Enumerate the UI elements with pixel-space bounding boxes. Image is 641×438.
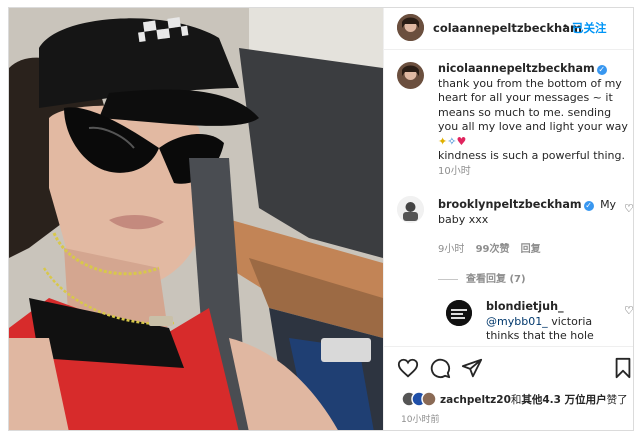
action-bar: [384, 346, 634, 388]
comment-meta: 9小时 99次赞 回复: [438, 240, 541, 255]
comments-list[interactable]: nicolaannepeltzbeckham ✓ thank you from t…: [384, 50, 633, 346]
comment-likes[interactable]: 99次赞: [476, 244, 510, 255]
save-icon[interactable]: [612, 357, 634, 379]
post-photo[interactable]: ▞▚▞▚: [9, 8, 383, 430]
commenter-avatar[interactable]: [397, 196, 424, 223]
verified-icon: ✓: [583, 201, 594, 211]
following-button[interactable]: 已关注: [572, 20, 607, 36]
share-icon[interactable]: [461, 357, 483, 379]
reply-button[interactable]: 回复: [521, 244, 541, 255]
small-heart-icon[interactable]: ♡: [624, 304, 633, 317]
likes-text[interactable]: zachpeltz20和其他4.3 万位用户赞了: [440, 392, 628, 407]
like-icon[interactable]: [397, 357, 419, 379]
comment-time: 9小时: [438, 244, 465, 255]
comment-icon[interactable]: [429, 357, 451, 379]
commenter-username[interactable]: brooklynpeltzbeckham: [438, 198, 582, 211]
caption-avatar[interactable]: [397, 62, 424, 89]
mention-link[interactable]: @mybb01_: [486, 315, 548, 328]
emoji-group: ✦✧♥: [438, 134, 467, 148]
caption-username[interactable]: nicolaannepeltzbeckham: [438, 62, 595, 75]
post-sidebar: colaannepeltzbeckham • 已关注 nicolaannepel…: [383, 8, 634, 430]
caption-body: thank you from the bottom of my heart fo…: [438, 76, 628, 134]
post-timestamp: 10小时前: [401, 415, 440, 425]
separator-dot: •: [562, 20, 569, 33]
caption-body-2: kindness is such a powerful thing.: [438, 149, 626, 162]
caption-time: 10小时: [438, 166, 471, 177]
divider-line: [438, 278, 458, 280]
selfie-image: ▞▚▞▚: [9, 8, 383, 430]
comment-text: brooklynpeltzbeckham ✓ My baby xxx: [438, 198, 618, 227]
reply-text: blondietjuh_ @mybb01_ victoria thinks th…: [486, 300, 621, 346]
reply-avatar[interactable]: [446, 300, 472, 326]
reply-username[interactable]: blondietjuh_: [486, 300, 564, 313]
caption-text: nicolaannepeltzbeckham ✓ thank you from t…: [438, 62, 630, 164]
verified-icon: ✓: [596, 65, 607, 75]
author-username[interactable]: colaannepeltzbeckham: [433, 21, 582, 35]
small-heart-icon[interactable]: ♡: [624, 202, 633, 215]
author-avatar[interactable]: [397, 14, 424, 41]
liker-avatars: [401, 391, 437, 407]
view-replies-button[interactable]: 查看回复 (7): [438, 270, 526, 285]
other-likes[interactable]: 其他4.3 万位用户: [521, 394, 606, 406]
post-container: ▞▚▞▚ colaannepeltzbeckham • 已关注 nicolaan…: [8, 7, 634, 431]
likes-row: zachpeltz20和其他4.3 万位用户赞了: [384, 388, 633, 410]
post-header: colaannepeltzbeckham • 已关注: [384, 8, 633, 50]
liker-username[interactable]: zachpeltz20: [440, 394, 511, 406]
